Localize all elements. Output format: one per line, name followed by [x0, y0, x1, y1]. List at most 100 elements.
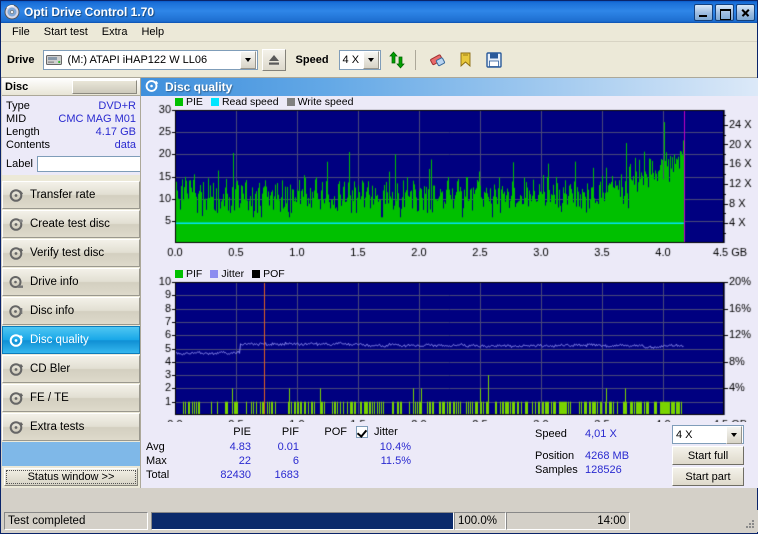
sidebar-item-fe-te[interactable]: FE / TE — [2, 384, 140, 412]
disc-length-value: 4.17 GB — [95, 126, 136, 138]
sidebar-item-extra-tests[interactable]: Extra tests — [2, 413, 140, 441]
position-value: 4268 MB — [585, 450, 630, 462]
drive-label: Drive — [7, 53, 35, 66]
sidebar-label: Create test disc — [30, 218, 110, 230]
disc-verify-icon — [9, 246, 24, 261]
sidebar-item-drive-info[interactable]: Drive info — [2, 268, 140, 296]
stat-max-jitter: 11.5% — [380, 455, 411, 467]
eject-icon — [268, 54, 279, 65]
chevron-down-icon[interactable] — [362, 50, 379, 69]
drive-select[interactable]: (M:) ATAPI iHAP122 W LL06 — [42, 49, 258, 70]
disc-contents-label: Contents — [6, 139, 51, 151]
disc-length-label: Length — [6, 126, 40, 138]
refresh-icon — [388, 50, 405, 69]
pif-chart-canvas[interactable] — [141, 268, 758, 440]
window-controls — [694, 3, 755, 21]
legend-swatch — [175, 98, 183, 106]
panel-header: Disc quality — [141, 78, 758, 96]
sidebar-item-cd-bler[interactable]: CD Bler — [2, 355, 140, 383]
eraser-icon — [429, 53, 445, 66]
legend-item-pif: PIF — [175, 268, 202, 280]
sidebar-label: Extra tests — [30, 421, 85, 433]
sidebar: Disc Type DVD+R MID CMC MAG M01 Length 4… — [2, 78, 238, 488]
disc-quality-icon — [145, 79, 159, 96]
sidebar-label: CD Bler — [30, 363, 71, 375]
sidebar-item-disc-quality[interactable]: Disc quality — [2, 326, 140, 354]
close-icon[interactable] — [736, 3, 755, 21]
menu-help[interactable]: Help — [134, 24, 171, 40]
disc-panel-collapse-button[interactable] — [71, 79, 137, 94]
stat-col-pof: POF — [324, 426, 347, 438]
drive-info-icon — [9, 275, 24, 290]
sidebar-item-create-test-disc[interactable]: Create test disc — [2, 210, 140, 238]
progress-bar — [151, 512, 454, 530]
eject-button[interactable] — [261, 48, 286, 71]
page-title: Disc quality — [165, 80, 233, 94]
stat-max-pif: 6 — [292, 455, 299, 467]
test-speed-value: 4 X — [676, 428, 693, 441]
pie-chart-canvas[interactable] — [141, 96, 758, 268]
sidebar-label: Disc info — [30, 305, 75, 317]
fe-te-icon — [9, 391, 24, 406]
disc-label-label: Label — [6, 158, 33, 170]
legend-item-pie: PIE — [175, 96, 203, 108]
progress-percent: 100.0% — [454, 512, 506, 530]
minimize-icon[interactable] — [694, 3, 713, 21]
disc-quality-icon — [9, 333, 24, 348]
save-button[interactable] — [482, 48, 506, 72]
legend-item-write-speed: Write speed — [286, 96, 354, 108]
title-bar: Opti Drive Control 1.70 — [1, 1, 757, 23]
test-speed-select[interactable]: 4 X — [672, 425, 744, 444]
sidebar-item-disc-info[interactable]: Disc info — [2, 297, 140, 325]
pif-chart[interactable]: PIF Jitter POF — [141, 268, 758, 440]
status-message: Test completed — [4, 512, 148, 530]
stat-row-avg-label: Avg — [146, 441, 165, 453]
menu-extra[interactable]: Extra — [95, 24, 135, 40]
statistics-panel: PIE PIF POF Jitter Avg 4.83 0.01 10.4% M… — [141, 422, 758, 488]
speed-select[interactable]: 4 X — [338, 49, 381, 70]
drive-icon — [45, 53, 62, 66]
bookmark-icon — [460, 52, 470, 67]
elapsed-time: 14:00 — [506, 512, 630, 530]
legend-swatch — [252, 270, 261, 278]
drive-value: (M:) ATAPI iHAP122 W LL06 — [67, 53, 208, 66]
menu-bar: File Start test Extra Help — [1, 23, 757, 42]
chevron-down-icon[interactable] — [726, 425, 742, 444]
legend-swatch — [175, 270, 183, 278]
sidebar-label: Transfer rate — [30, 189, 96, 201]
menu-start-test[interactable]: Start test — [37, 24, 95, 40]
legend-label: POF — [263, 268, 285, 280]
disc-label-row: Label — [6, 155, 238, 173]
toolbar: Drive (M:) ATAPI iHAP122 W LL06 Speed 4 … — [1, 42, 757, 78]
stat-col-pif: PIF — [281, 426, 299, 438]
legend-swatch — [210, 270, 219, 278]
chevron-down-icon[interactable] — [239, 50, 256, 69]
jitter-checkbox[interactable] — [356, 426, 368, 438]
sidebar-label: Drive info — [30, 276, 79, 288]
legend-label: Write speed — [297, 96, 354, 108]
erase-button[interactable] — [426, 48, 450, 72]
refresh-button[interactable] — [385, 48, 409, 72]
legend-label: PIF — [186, 268, 203, 280]
bookmark-button[interactable] — [454, 48, 478, 72]
start-part-button[interactable]: Start part — [672, 467, 744, 486]
status-window-button[interactable]: Status window >> — [4, 468, 138, 486]
sidebar-item-transfer-rate[interactable]: Transfer rate — [2, 181, 140, 209]
speed-label: Speed — [295, 53, 329, 66]
progress-bar-fill — [152, 513, 453, 529]
start-full-button[interactable]: Start full — [672, 446, 744, 465]
resize-grip[interactable] — [743, 517, 755, 529]
main-panel: Disc quality PIE Read speed Write speed … — [140, 78, 758, 488]
sidebar-item-verify-test-disc[interactable]: Verify test disc — [2, 239, 140, 267]
disc-info-row-contents: Contents data — [6, 139, 136, 152]
pie-chart[interactable]: PIE Read speed Write speed — [141, 96, 758, 268]
legend-label: PIE — [186, 96, 203, 108]
speed-readout-label: Speed — [535, 428, 567, 440]
samples-value: 128526 — [585, 464, 622, 476]
maximize-icon[interactable] — [715, 3, 734, 21]
speed-readout-value: 4,01 X — [585, 428, 617, 440]
status-bar: Test completed 100.0% 14:00 — [2, 510, 758, 532]
menu-file[interactable]: File — [5, 24, 37, 40]
jitter-label: Jitter — [374, 426, 398, 438]
stat-max-pie: 22 — [238, 455, 251, 467]
